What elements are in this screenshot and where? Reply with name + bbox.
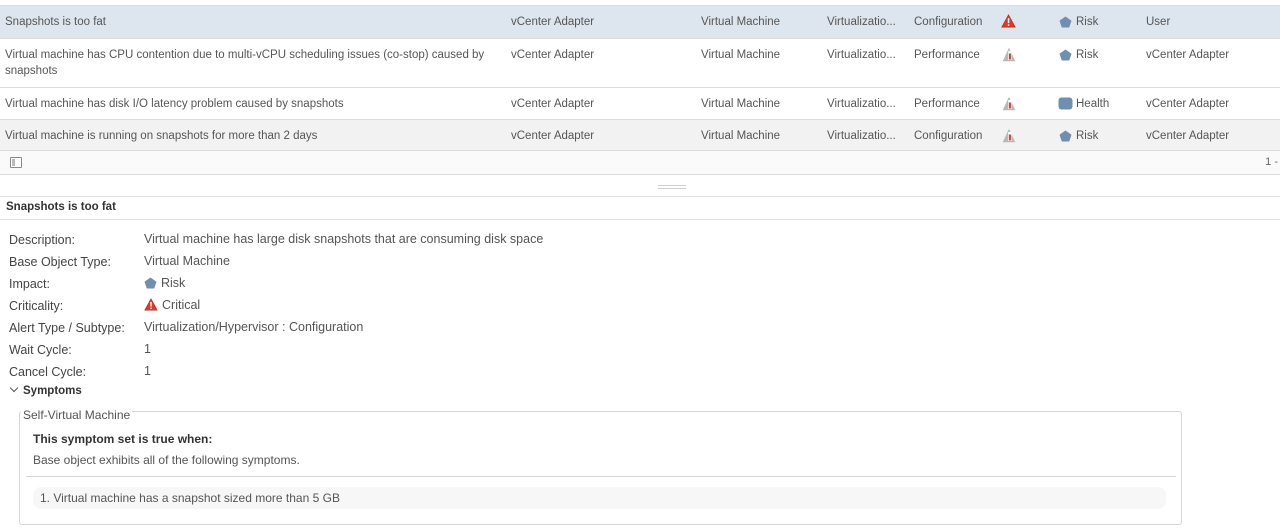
impact-label: Impact: <box>9 277 50 291</box>
grid-footer: 1 - <box>0 151 1280 175</box>
base-object-type-label: Base Object Type: <box>9 255 111 269</box>
risk-pentagon-icon <box>1059 130 1072 142</box>
risk-pentagon-icon <box>1059 49 1072 61</box>
table-row[interactable]: Virtual machine has CPU contention due t… <box>0 39 1280 88</box>
cancel-cycle-label: Cancel Cycle: <box>9 365 87 379</box>
cell-alert-type: Virtualizatio... <box>827 98 896 110</box>
risk-pentagon-icon <box>1059 16 1072 28</box>
cell-alert-name: Virtual machine has disk I/O latency pro… <box>5 98 344 110</box>
pane-splitter[interactable] <box>0 176 1280 197</box>
impact-value: Risk <box>161 276 186 290</box>
cell-impact: Health <box>1076 98 1110 110</box>
criticality-label: Criticality: <box>9 299 64 313</box>
cell-subtype: Configuration <box>914 16 983 28</box>
column-toggle-icon[interactable] <box>10 157 22 168</box>
cell-defined-by: vCenter Adapter <box>1146 49 1230 61</box>
symptom-based-icon <box>1002 47 1016 62</box>
critical-triangle-icon <box>144 298 158 311</box>
cell-impact: Risk <box>1076 16 1099 28</box>
cell-subtype: Performance <box>914 98 980 110</box>
divider <box>26 476 1176 477</box>
criticality-value: Critical <box>162 298 201 312</box>
symptom-based-icon <box>1002 96 1016 111</box>
pagination-text: 1 - <box>1265 156 1278 168</box>
cell-defined-by: vCenter Adapter <box>1146 98 1230 110</box>
symptom-based-icon <box>1002 128 1016 143</box>
chevron-down-icon <box>9 383 19 393</box>
symptoms-toggle[interactable]: Symptoms <box>9 383 82 397</box>
table-row[interactable]: Virtual machine is running on snapshots … <box>0 120 1280 151</box>
cell-defined-by: vCenter Adapter <box>1146 130 1230 142</box>
base-object-type-value: Virtual Machine <box>144 254 230 268</box>
cell-alert-name: Virtual machine is running on snapshots … <box>5 130 318 142</box>
alert-type-label: Alert Type / Subtype: <box>9 321 125 335</box>
impact-value-group: Risk <box>144 276 185 290</box>
wait-cycle-label: Wait Cycle: <box>9 343 72 357</box>
cell-impact: Risk <box>1076 49 1099 61</box>
details-title: Snapshots is too fat <box>6 201 116 213</box>
health-icon <box>1058 97 1073 110</box>
cell-alert-name: Snapshots is too fat <box>5 16 107 28</box>
cell-alert-name: Virtual machine has CPU contention due t… <box>5 49 485 77</box>
risk-pentagon-icon <box>144 277 157 289</box>
cell-defined-by: User <box>1146 16 1171 28</box>
cell-alert-type: Virtualizatio... <box>827 130 896 142</box>
splitter-grip-icon[interactable] <box>658 185 686 189</box>
cell-adapter: vCenter Adapter <box>511 49 595 61</box>
symptoms-toggle-label: Symptoms <box>23 385 82 397</box>
cell-adapter: vCenter Adapter <box>511 130 595 142</box>
cell-adapter: vCenter Adapter <box>511 16 595 28</box>
table-row[interactable]: Snapshots is too fat vCenter Adapter Vir… <box>0 6 1280 39</box>
alert-type-value: Virtualization/Hypervisor : Configuratio… <box>144 320 364 334</box>
cell-object-type: Virtual Machine <box>701 98 781 110</box>
wait-cycle-value: 1 <box>144 342 151 356</box>
divider <box>0 219 1280 220</box>
table-row[interactable]: Virtual machine has disk I/O latency pro… <box>0 88 1280 120</box>
description-label: Description: <box>9 233 75 247</box>
cell-object-type: Virtual Machine <box>701 16 781 28</box>
cell-alert-type: Virtualizatio... <box>827 49 896 61</box>
symptom-set-legend: Self-Virtual Machine <box>21 408 133 422</box>
cell-impact: Risk <box>1076 130 1099 142</box>
cell-alert-type: Virtualizatio... <box>827 16 896 28</box>
criticality-value-group: Critical <box>144 298 200 312</box>
symptom-item: 1. Virtual machine has a snapshot sized … <box>33 487 1166 509</box>
cell-subtype: Performance <box>914 49 980 61</box>
symptom-set-description: Base object exhibits all of the followin… <box>33 453 300 467</box>
cell-adapter: vCenter Adapter <box>511 98 595 110</box>
symptom-set-heading: This symptom set is true when: <box>33 432 213 446</box>
cell-object-type: Virtual Machine <box>701 49 781 61</box>
cell-subtype: Configuration <box>914 130 983 142</box>
cell-object-type: Virtual Machine <box>701 130 781 142</box>
cancel-cycle-value: 1 <box>144 364 151 378</box>
description-value: Virtual machine has large disk snapshots… <box>144 232 544 246</box>
critical-triangle-icon <box>1001 14 1016 28</box>
